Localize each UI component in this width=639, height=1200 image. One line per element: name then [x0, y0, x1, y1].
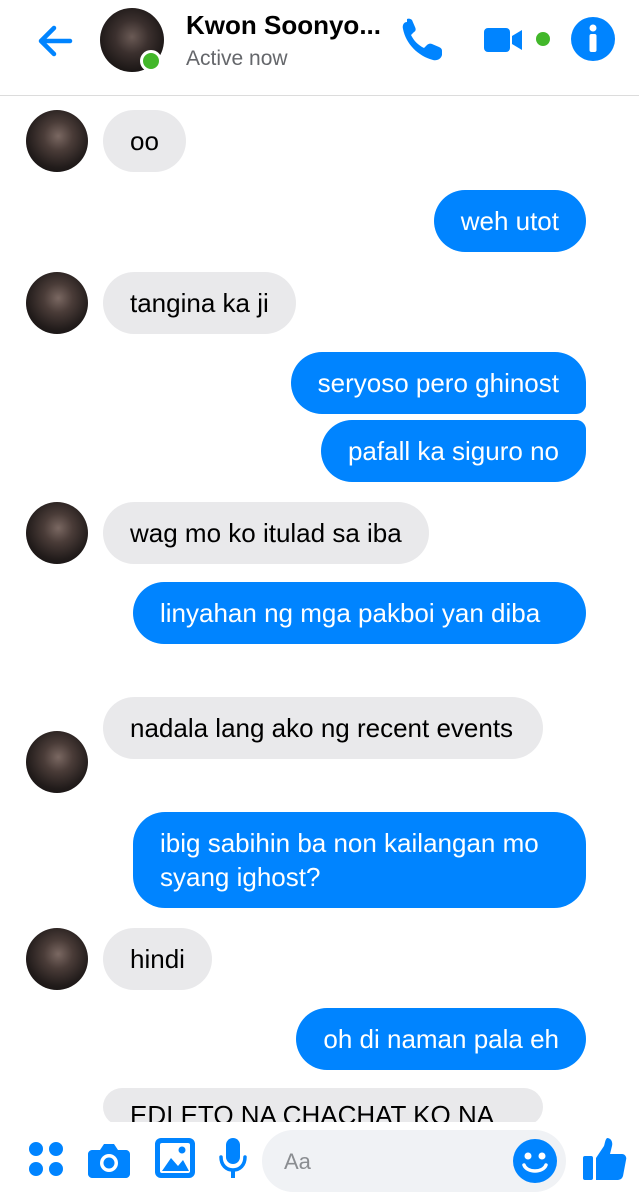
microphone-icon[interactable] — [218, 1138, 248, 1180]
gallery-icon[interactable] — [155, 1138, 195, 1178]
phone-icon[interactable] — [398, 18, 448, 64]
camera-icon[interactable] — [88, 1140, 130, 1178]
outgoing-message[interactable]: ibig sabihin ba non kailangan mo syang i… — [133, 812, 586, 908]
online-indicator — [140, 50, 162, 72]
sender-avatar[interactable] — [26, 928, 88, 990]
emoji-icon[interactable] — [512, 1138, 558, 1184]
back-arrow-icon[interactable] — [30, 16, 80, 66]
info-icon[interactable] — [570, 16, 616, 62]
incoming-message[interactable]: tangina ka ji — [103, 272, 296, 334]
sender-avatar[interactable] — [26, 502, 88, 564]
sender-avatar[interactable] — [26, 731, 88, 793]
incoming-message[interactable]: hindi — [103, 928, 212, 990]
contact-status: Active now — [186, 47, 288, 70]
outgoing-message[interactable]: linyahan ng mga pakboi yan diba — [133, 582, 586, 644]
message-input[interactable] — [282, 1144, 506, 1180]
video-active-dot — [536, 32, 550, 46]
incoming-message[interactable]: nadala lang ako ng recent events — [103, 697, 543, 759]
thumbs-up-icon[interactable] — [582, 1136, 628, 1182]
sender-avatar[interactable] — [26, 272, 88, 334]
contact-name[interactable]: Kwon Soonyo... — [186, 10, 381, 41]
outgoing-message[interactable]: weh utot — [433, 190, 586, 252]
incoming-message[interactable]: oo — [103, 110, 186, 172]
incoming-message[interactable]: wag mo ko itulad sa iba — [103, 502, 429, 564]
incoming-message[interactable]: EDI ETO NA CHACHAT KO NA — [103, 1088, 543, 1126]
outgoing-message[interactable]: seryoso pero ghinost — [290, 352, 586, 414]
sender-avatar[interactable] — [26, 110, 88, 172]
conversation-header: Kwon Soonyo... Active now — [0, 0, 639, 96]
outgoing-message[interactable]: pafall ka siguro no — [320, 420, 586, 482]
apps-dots-icon[interactable] — [28, 1140, 64, 1178]
message-input-container[interactable] — [262, 1130, 566, 1192]
video-camera-icon[interactable] — [484, 22, 524, 58]
message-composer — [0, 1122, 639, 1200]
outgoing-message[interactable]: oh di naman pala eh — [296, 1008, 586, 1070]
